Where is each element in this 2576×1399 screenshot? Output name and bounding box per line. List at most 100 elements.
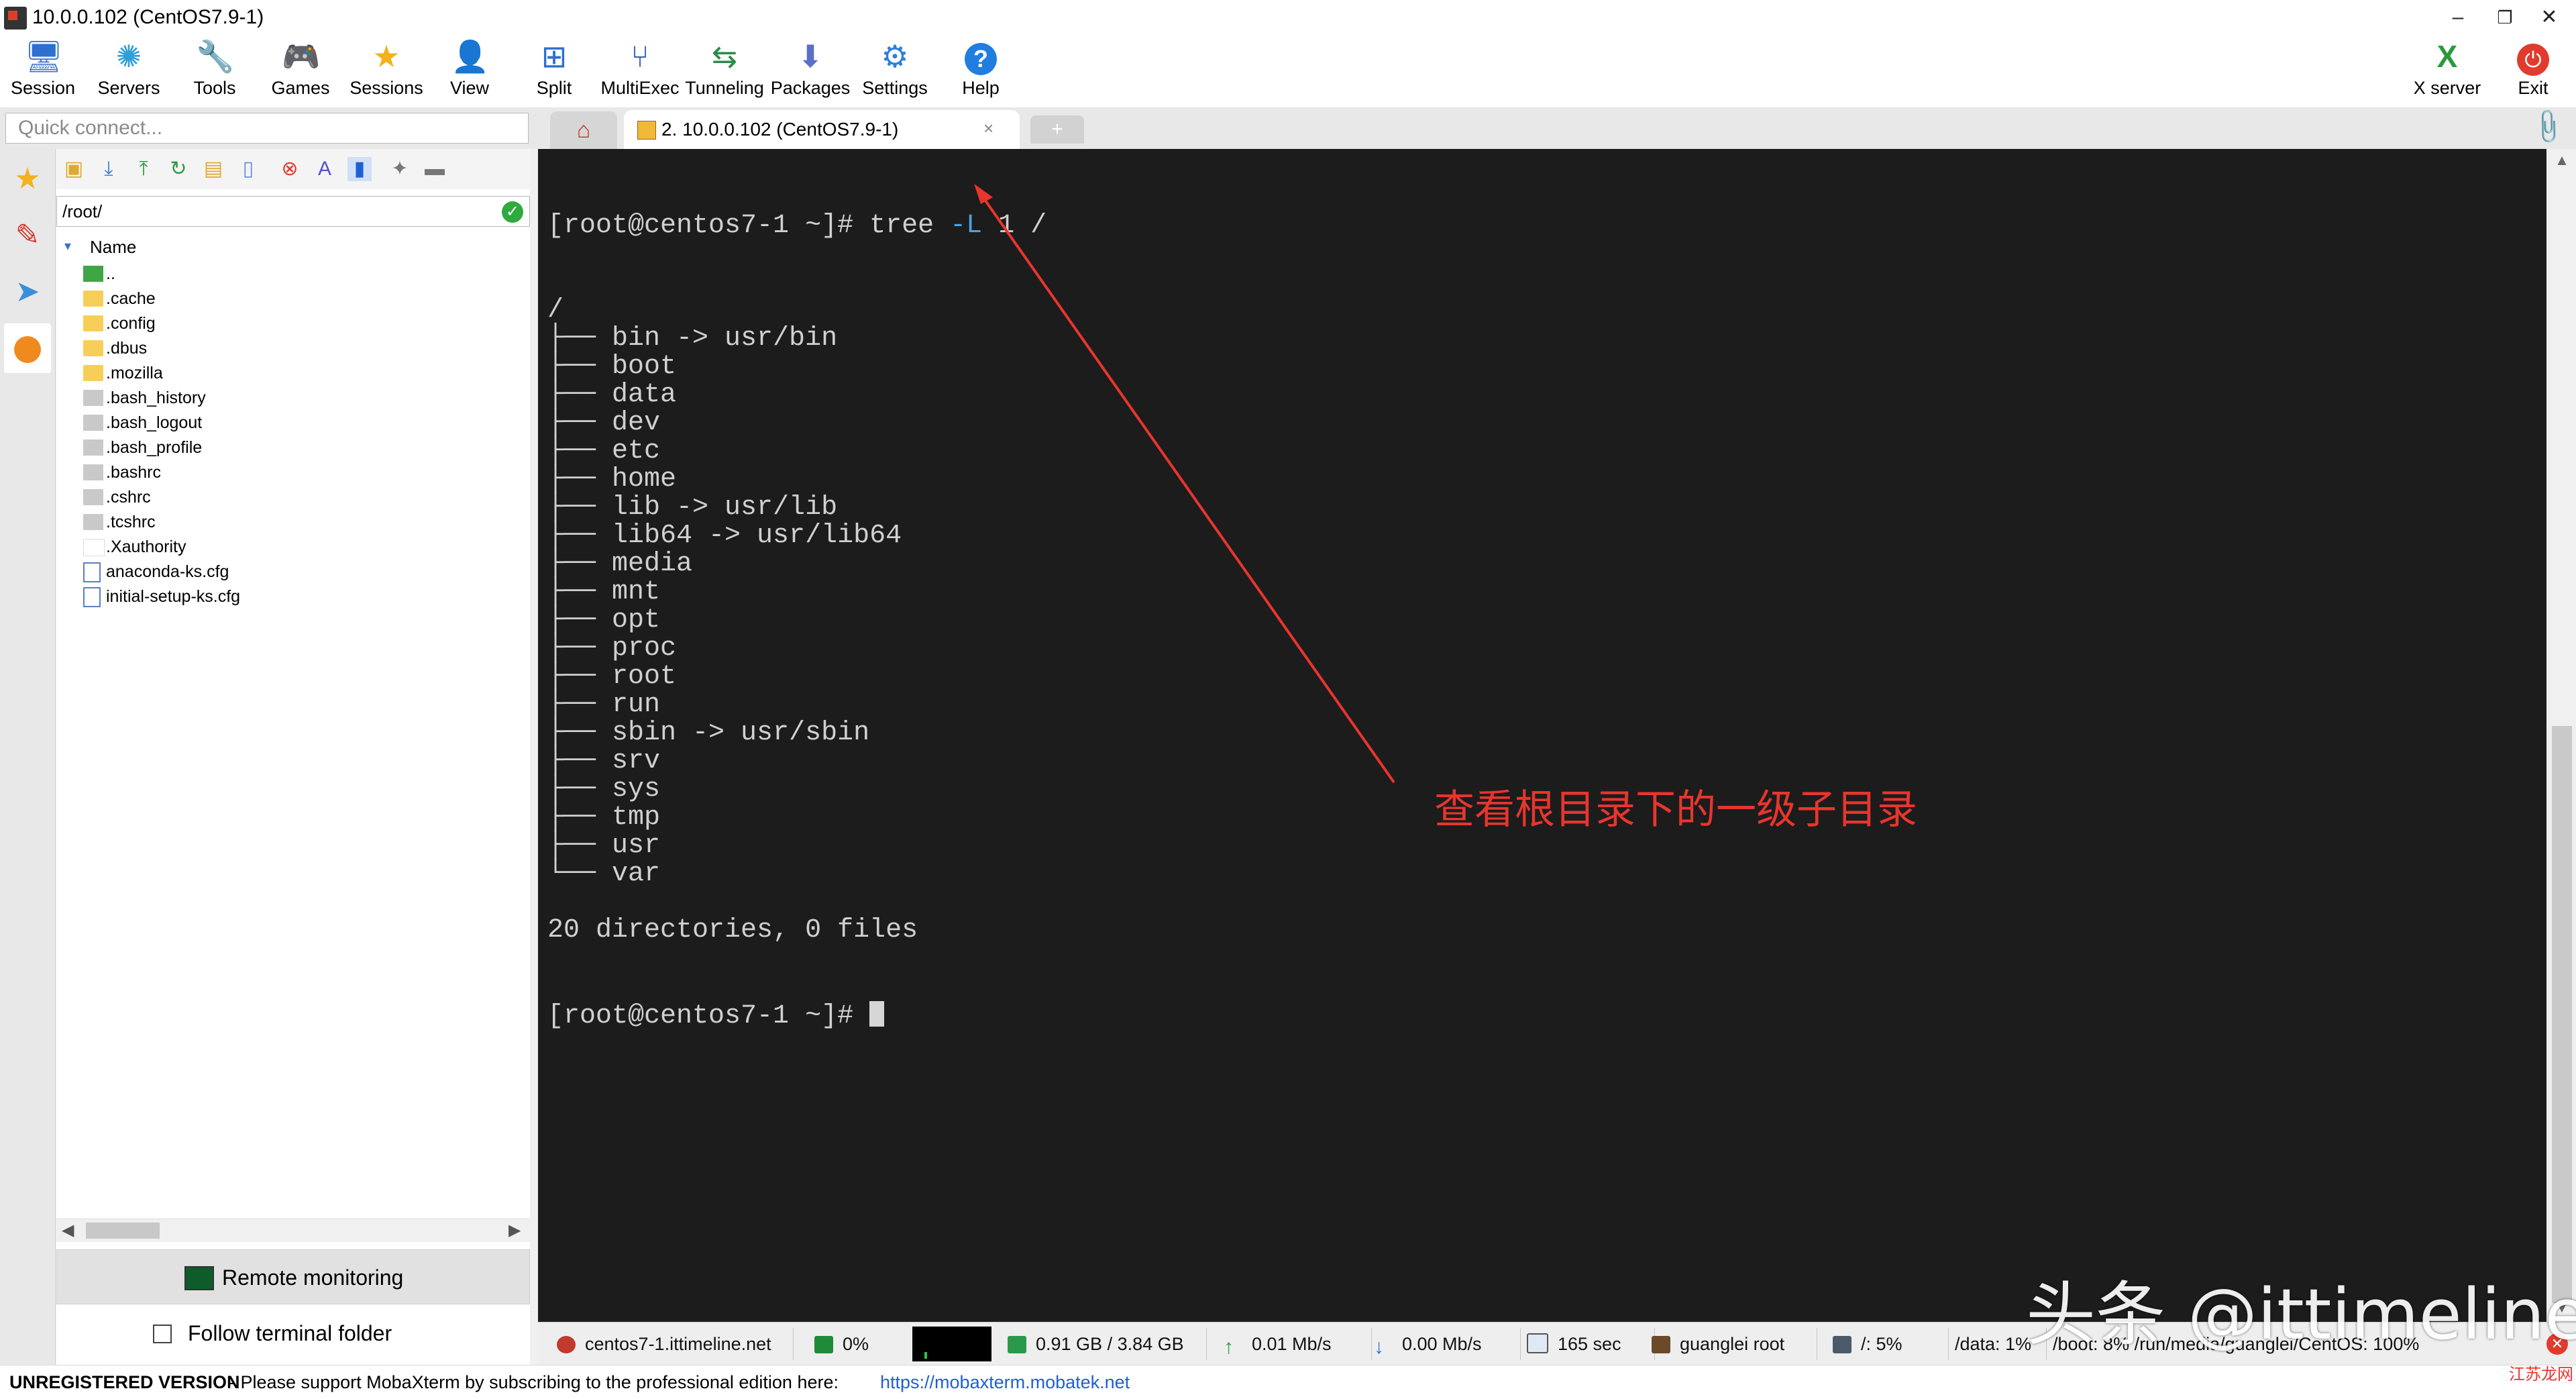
checkmark-icon[interactable]: ✓	[502, 201, 523, 223]
close-window-button[interactable]: ✕	[2529, 3, 2569, 32]
view-button[interactable]: 👤 View	[427, 35, 513, 107]
mobaxterm-app-icon	[4, 7, 27, 30]
new-folder-icon[interactable]: ▤	[201, 157, 225, 181]
help-button[interactable]: ? Help	[938, 35, 1024, 107]
file-list-item[interactable]: .bash_history	[56, 386, 530, 411]
terminal-vertical-scrollbar[interactable]: ▲ ▼	[2548, 149, 2576, 1322]
new-file-icon[interactable]: ▯	[236, 157, 260, 181]
cpu-icon	[814, 1336, 833, 1353]
download-arrow-icon: ↓	[1374, 1336, 1384, 1358]
file-name: initial-setup-ks.cfg	[106, 587, 241, 606]
rename-icon[interactable]: A	[313, 157, 337, 181]
games-button[interactable]: 🎮 Games	[258, 35, 343, 107]
watermark: 头条 @ittimeline	[2026, 1274, 2576, 1355]
status-download: ↓ 0.00 Mb/s	[1374, 1334, 1482, 1358]
scroll-right-icon[interactable]: ▶	[508, 1219, 521, 1242]
macros-sidebar-button[interactable]: ➤	[4, 267, 51, 317]
terminal-pane[interactable]: [root@centos7-1 ~]# tree -L 1 / / ├── bin…	[538, 149, 2546, 1322]
packages-button[interactable]: ⬇ Packages	[767, 35, 853, 107]
terminal-line: /	[547, 295, 564, 325]
tools-sidebar-button[interactable]: ✎	[4, 211, 51, 260]
scroll-thumb[interactable]	[86, 1223, 160, 1239]
new-tab-button[interactable]: +	[1030, 115, 1084, 144]
file-list-item[interactable]: .tcshrc	[56, 510, 530, 535]
split-button[interactable]: ⊞ Split	[511, 35, 597, 107]
folder-icon	[83, 315, 103, 331]
final-prompt: [root@centos7-1 ~]#	[547, 1001, 870, 1031]
sftp-sidebar-button[interactable]	[4, 323, 51, 373]
sessions-button[interactable]: ★ Sessions	[343, 35, 429, 107]
parent-folder-icon[interactable]: ▣	[62, 157, 86, 181]
file-name: .cache	[106, 289, 156, 308]
exit-button[interactable]: ⏻ Exit	[2490, 35, 2576, 107]
command-flag: -L	[950, 211, 983, 241]
packages-icon: ⬇	[797, 39, 824, 74]
file-list-item[interactable]: .dbus	[56, 336, 530, 361]
home-tab[interactable]: ⌂	[550, 111, 617, 149]
status-disk-root: /: 5%	[1833, 1323, 1902, 1365]
tunneling-button[interactable]: ⇆ Tunneling	[682, 35, 767, 107]
permissions-icon[interactable]: ▮	[347, 157, 372, 181]
tools-wand-icon[interactable]: ✦	[388, 157, 412, 181]
left-side-bar: ★ ✎ ➤	[0, 149, 56, 1365]
terminal-line: ├── lib -> usr/lib	[547, 493, 838, 523]
sftp-toolbar: ▣ ⤓ ⤒ ↻ ▤ ▯ ⊗ A ▮ ✦ ▬	[56, 149, 530, 189]
tools-button[interactable]: 🔧 Tools	[172, 35, 258, 107]
terminal-line: ├── root	[547, 662, 677, 692]
scroll-left-icon[interactable]: ◀	[62, 1219, 74, 1242]
file-list-item[interactable]: .bash_profile	[56, 435, 530, 460]
file-list-item[interactable]: .mozilla	[56, 361, 530, 386]
power-icon: ⏻	[2514, 39, 2552, 76]
multiexec-icon: ⑂	[631, 39, 649, 74]
status-separator	[1206, 1328, 1207, 1360]
delete-icon[interactable]: ⊗	[278, 157, 302, 181]
terminal-line: ├── lib64 -> usr/lib64	[547, 521, 902, 551]
servers-button[interactable]: ✺ Servers	[86, 35, 172, 107]
sessions-sidebar-button[interactable]: ★	[4, 154, 51, 204]
file-list-item[interactable]: .Xauthority	[56, 535, 530, 560]
file-list-item[interactable]: initial-setup-ks.cfg	[56, 584, 530, 609]
file-list-header[interactable]: ▾ Name	[56, 235, 530, 259]
scroll-up-icon[interactable]: ▲	[2548, 152, 2576, 169]
terminal-line: ├── usr	[547, 831, 661, 861]
session-tab[interactable]: 2. 10.0.0.102 (CentOS7.9-1) ×	[624, 110, 1020, 149]
tunneling-label: Tunneling	[685, 78, 764, 98]
file-list-item[interactable]: .bashrc	[56, 460, 530, 485]
file-list-item[interactable]: .cache	[56, 287, 530, 311]
horizontal-scrollbar[interactable]: ◀ ▶	[56, 1219, 530, 1242]
multiexec-button[interactable]: ⑂ MultiExec	[597, 35, 683, 107]
terminal-line: ├── bin -> usr/bin	[547, 323, 838, 354]
remote-monitoring-button[interactable]: Remote monitoring	[56, 1249, 530, 1304]
file-list-item[interactable]: anaconda-ks.cfg	[56, 560, 530, 584]
terminal-line: ├── home	[547, 464, 677, 495]
terminal-icon[interactable]: ▬	[423, 157, 447, 181]
xserver-button[interactable]: X X server	[2404, 35, 2490, 107]
file-list-item[interactable]: .config	[56, 311, 530, 336]
quick-connect-input[interactable]	[5, 113, 529, 144]
games-label: Games	[271, 78, 330, 98]
refresh-icon[interactable]: ↻	[166, 157, 191, 181]
file-icon	[83, 439, 103, 456]
settings-button[interactable]: ⚙ Settings	[852, 35, 938, 107]
session-button[interactable]: 🖥 Session	[0, 35, 86, 107]
file-icon	[83, 464, 103, 480]
file-list-item[interactable]: ..	[56, 262, 530, 287]
sftp-path-input[interactable]	[56, 196, 530, 227]
download-icon[interactable]: ⤓	[97, 157, 121, 181]
file-icon	[83, 390, 103, 406]
file-list-item[interactable]: .bash_logout	[56, 411, 530, 435]
terminal-line: ├── srv	[547, 746, 661, 776]
terminal-cursor	[869, 1001, 885, 1027]
restore-button[interactable]: ❐	[2485, 3, 2525, 32]
disk-icon	[1833, 1336, 1851, 1353]
session-icon: 🖥	[24, 39, 64, 74]
upload-icon[interactable]: ⤒	[131, 157, 156, 181]
vertical-scroll-thumb[interactable]	[2552, 726, 2572, 1303]
mobatek-link[interactable]: https://mobaxterm.mobatek.net	[880, 1371, 1130, 1394]
close-tab-button[interactable]: ×	[983, 118, 994, 139]
follow-terminal-checkbox[interactable]	[153, 1325, 172, 1343]
minimize-button[interactable]: –	[2438, 3, 2478, 32]
star-icon: ★	[372, 39, 400, 74]
file-list-item[interactable]: .cshrc	[56, 485, 530, 510]
